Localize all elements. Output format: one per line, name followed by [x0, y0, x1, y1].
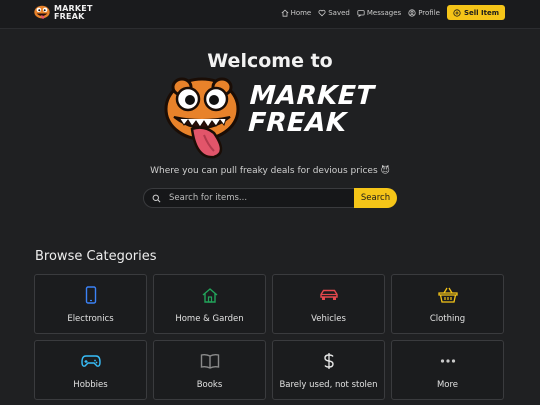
category-barely-used[interactable]: Barely used, not stolen	[272, 340, 385, 400]
header-logo[interactable]: MARKET FREAK	[33, 4, 93, 22]
category-label: Electronics	[67, 313, 114, 324]
category-more[interactable]: More	[391, 340, 504, 400]
category-home-garden[interactable]: Home & Garden	[153, 274, 266, 334]
book-icon	[200, 353, 219, 369]
nav-profile[interactable]: Profile	[408, 9, 440, 17]
tagline: Where you can pull freaky deals for devi…	[150, 166, 390, 176]
welcome-heading: Welcome to	[207, 50, 333, 72]
message-icon	[357, 9, 365, 17]
heart-icon	[318, 9, 326, 16]
category-label: Books	[196, 379, 223, 390]
category-label: Clothing	[429, 313, 466, 324]
nav-messages[interactable]: Messages	[357, 9, 401, 17]
mascot-logo-icon	[34, 5, 50, 19]
plus-circle-icon	[453, 8, 461, 17]
category-label: Vehicles	[311, 313, 346, 324]
brand-line2: FREAK	[247, 108, 348, 138]
category-label: Hobbies	[73, 379, 108, 390]
category-label: Home & Garden	[175, 313, 244, 324]
nav-messages-label: Messages	[366, 8, 402, 17]
user-icon	[408, 8, 416, 17]
basket-icon	[437, 287, 458, 303]
category-electronics[interactable]: Electronics	[34, 274, 147, 334]
brand-line1: MARKET	[248, 81, 376, 111]
search-bar: Search	[143, 188, 397, 208]
search-icon	[152, 194, 161, 202]
nav-links: Home Saved Messages Profile Sell Item	[274, 5, 505, 20]
category-label: More	[436, 379, 459, 390]
house-icon	[202, 287, 217, 303]
category-hobbies[interactable]: Hobbies	[34, 340, 147, 400]
top-navbar: MARKET FREAK Home Saved Messages Profile…	[0, 0, 540, 29]
category-vehicles[interactable]: Vehicles	[272, 274, 385, 334]
phone-icon	[85, 285, 96, 304]
logo-line2: FREAK	[54, 12, 85, 21]
sell-item-button[interactable]: Sell Item	[446, 5, 505, 20]
home-icon	[281, 9, 289, 17]
nav-profile-label: Profile	[418, 8, 440, 17]
nav-saved-label: Saved	[328, 8, 350, 17]
nav-home-label: Home	[290, 8, 312, 17]
mascot-hero-icon	[164, 77, 240, 159]
dollar-icon	[323, 352, 334, 369]
search-button[interactable]: Search	[354, 188, 397, 208]
category-label: Barely used, not stolen	[279, 379, 378, 390]
logo-wordmark: MARKET FREAK	[54, 5, 93, 21]
category-books[interactable]: Books	[153, 340, 266, 400]
category-grid: Electronics Home & Garden Vehicles Cloth…	[34, 274, 506, 400]
search-input[interactable]	[167, 192, 341, 204]
gamepad-icon	[80, 354, 101, 367]
nav-home[interactable]: Home	[281, 8, 312, 17]
categories-heading: Browse Categories	[35, 249, 157, 264]
car-icon	[319, 289, 338, 300]
more-icon	[440, 358, 455, 363]
brand-wordmark: MARKET FREAK	[247, 81, 376, 138]
category-clothing[interactable]: Clothing	[391, 274, 504, 334]
search-box[interactable]	[143, 188, 354, 208]
sell-item-label: Sell Item	[463, 8, 499, 17]
nav-saved[interactable]: Saved	[318, 9, 350, 17]
